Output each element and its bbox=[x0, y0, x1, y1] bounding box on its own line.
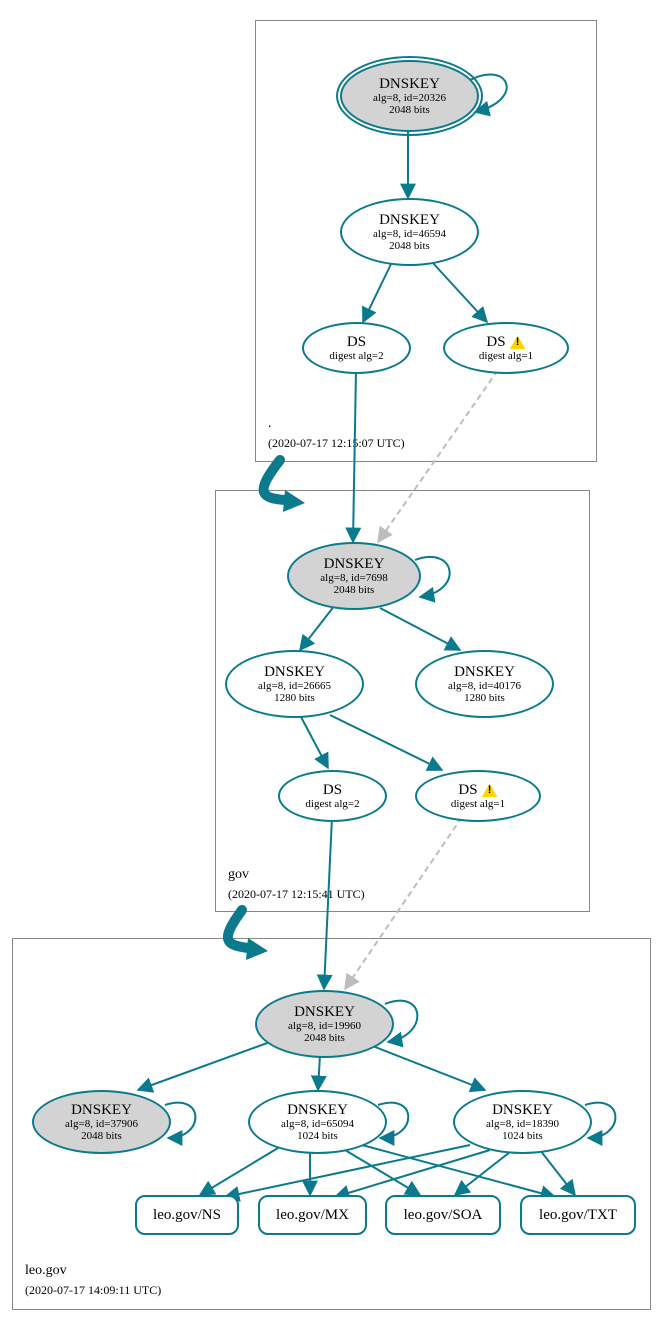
node-leo-zsk1: DNSKEY alg=8, id=65094 1024 bits bbox=[248, 1090, 387, 1154]
node-sub: alg=8, id=18390 bbox=[486, 1118, 559, 1130]
node-leo-ns: leo.gov/NS bbox=[135, 1195, 239, 1235]
node-sub: alg=8, id=40176 bbox=[448, 680, 521, 692]
node-title: DS bbox=[458, 782, 477, 798]
node-leo-ksk: DNSKEY alg=8, id=19960 2048 bits bbox=[255, 990, 394, 1058]
node-gov-zsk1: DNSKEY alg=8, id=26665 1280 bits bbox=[225, 650, 364, 718]
node-sub: 1024 bits bbox=[297, 1130, 338, 1142]
node-title: DS bbox=[323, 782, 342, 799]
node-sub: digest alg=2 bbox=[329, 350, 383, 362]
node-title: DNSKEY bbox=[492, 1102, 553, 1119]
node-sub: digest alg=1 bbox=[479, 350, 533, 362]
node-root-ksk: DNSKEY alg=8, id=20326 2048 bits bbox=[340, 60, 479, 132]
warning-icon bbox=[482, 783, 498, 797]
node-sub: alg=8, id=26665 bbox=[258, 680, 331, 692]
node-title: DNSKEY bbox=[379, 76, 440, 93]
node-sub: alg=8, id=7698 bbox=[320, 572, 387, 584]
node-gov-ds1: DS digest alg=1 bbox=[415, 770, 541, 822]
node-title: leo.gov/MX bbox=[276, 1207, 349, 1224]
node-title: leo.gov/NS bbox=[153, 1207, 221, 1224]
node-sub: alg=8, id=20326 bbox=[373, 92, 446, 104]
node-gov-zsk2: DNSKEY alg=8, id=40176 1280 bits bbox=[415, 650, 554, 718]
node-sub: 2048 bits bbox=[334, 584, 375, 596]
warning-icon bbox=[510, 335, 526, 349]
node-sub: 2048 bits bbox=[81, 1130, 122, 1142]
node-sub: digest alg=2 bbox=[305, 798, 359, 810]
node-title: DNSKEY bbox=[71, 1102, 132, 1119]
node-root-zsk: DNSKEY alg=8, id=46594 2048 bits bbox=[340, 198, 479, 266]
node-title: DNSKEY bbox=[294, 1004, 355, 1021]
node-title-row: DS bbox=[486, 334, 525, 351]
node-sub: 1280 bits bbox=[274, 692, 315, 704]
node-sub: digest alg=1 bbox=[451, 798, 505, 810]
node-leo-zsk2: DNSKEY alg=8, id=18390 1024 bits bbox=[453, 1090, 592, 1154]
node-title: DNSKEY bbox=[324, 556, 385, 573]
node-leo-k2: DNSKEY alg=8, id=37906 2048 bits bbox=[32, 1090, 171, 1154]
node-sub: alg=8, id=65094 bbox=[281, 1118, 354, 1130]
node-root-ds1: DS digest alg=1 bbox=[443, 322, 569, 374]
node-title: DNSKEY bbox=[379, 212, 440, 229]
node-title: DNSKEY bbox=[264, 664, 325, 681]
node-leo-txt: leo.gov/TXT bbox=[520, 1195, 636, 1235]
node-title: leo.gov/SOA bbox=[404, 1207, 483, 1224]
node-sub: 1024 bits bbox=[502, 1130, 543, 1142]
node-sub: alg=8, id=46594 bbox=[373, 228, 446, 240]
node-gov-ds2: DS digest alg=2 bbox=[278, 770, 387, 822]
node-sub: alg=8, id=19960 bbox=[288, 1020, 361, 1032]
node-title: DNSKEY bbox=[287, 1102, 348, 1119]
node-sub: alg=8, id=37906 bbox=[65, 1118, 138, 1130]
node-sub: 2048 bits bbox=[389, 240, 430, 252]
node-title: DNSKEY bbox=[454, 664, 515, 681]
node-leo-soa: leo.gov/SOA bbox=[385, 1195, 501, 1235]
node-title-row: DS bbox=[458, 782, 497, 799]
node-gov-ksk: DNSKEY alg=8, id=7698 2048 bits bbox=[287, 542, 421, 610]
node-root-ds2: DS digest alg=2 bbox=[302, 322, 411, 374]
node-title: leo.gov/TXT bbox=[539, 1207, 617, 1224]
node-leo-mx: leo.gov/MX bbox=[258, 1195, 367, 1235]
node-sub: 1280 bits bbox=[464, 692, 505, 704]
node-title: DS bbox=[486, 334, 505, 350]
node-sub: 2048 bits bbox=[304, 1032, 345, 1044]
node-sub: 2048 bits bbox=[389, 104, 430, 116]
node-title: DS bbox=[347, 334, 366, 351]
